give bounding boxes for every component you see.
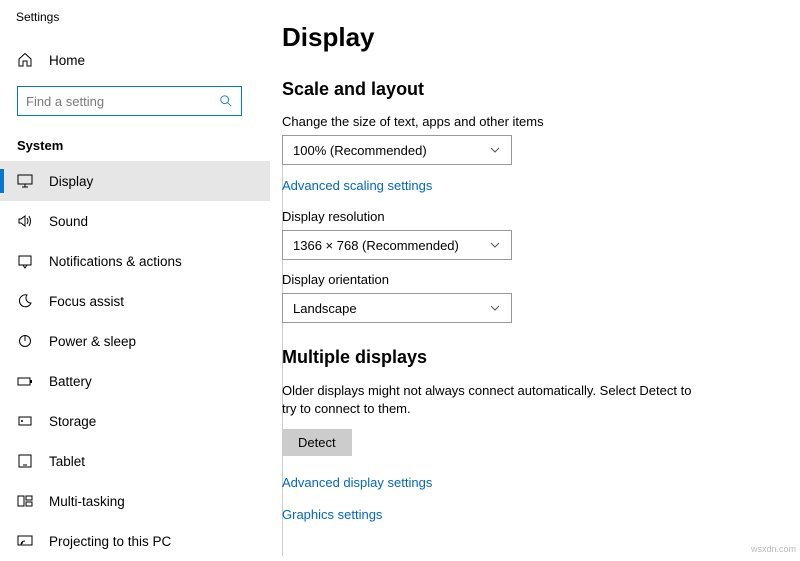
power-icon xyxy=(17,333,33,349)
sidebar-item-label: Notifications & actions xyxy=(49,254,182,269)
projecting-icon xyxy=(17,533,33,549)
resolution-dropdown[interactable]: 1366 × 768 (Recommended) xyxy=(282,230,512,260)
main-content: Display Scale and layout Change the size… xyxy=(282,0,800,556)
home-icon xyxy=(17,52,33,68)
tablet-icon xyxy=(17,453,33,469)
sidebar-item-battery[interactable]: Battery xyxy=(0,361,270,401)
sidebar-item-projecting[interactable]: Projecting to this PC xyxy=(0,521,270,561)
sidebar-item-label: Storage xyxy=(49,414,96,429)
sidebar-item-label: Focus assist xyxy=(49,294,124,309)
window-title: Settings xyxy=(0,0,270,24)
sidebar-item-display[interactable]: Display xyxy=(0,161,270,201)
multiple-displays-heading: Multiple displays xyxy=(282,347,770,368)
sidebar-item-label: Sound xyxy=(49,214,88,229)
sidebar-item-label: Tablet xyxy=(49,454,85,469)
sidebar-item-multitasking[interactable]: Multi-tasking xyxy=(0,481,270,521)
advanced-scaling-link[interactable]: Advanced scaling settings xyxy=(282,178,432,193)
sidebar-item-label: Battery xyxy=(49,374,92,389)
orientation-dropdown[interactable]: Landscape xyxy=(282,293,512,323)
change-size-caption: Change the size of text, apps and other … xyxy=(282,114,770,129)
home-label: Home xyxy=(49,53,85,68)
sidebar-item-label: Projecting to this PC xyxy=(49,534,171,549)
multitasking-icon xyxy=(17,493,33,509)
storage-icon xyxy=(17,413,33,429)
orientation-caption: Display orientation xyxy=(282,272,770,287)
scale-layout-heading: Scale and layout xyxy=(282,79,770,100)
detect-button[interactable]: Detect xyxy=(282,429,352,456)
home-button[interactable]: Home xyxy=(0,42,270,78)
sidebar-item-label: Multi-tasking xyxy=(49,494,125,509)
resolution-dropdown-value: 1366 × 768 (Recommended) xyxy=(293,238,459,253)
chevron-down-icon xyxy=(489,239,501,251)
sidebar-item-label: Display xyxy=(49,174,93,189)
watermark: wsxdn.com xyxy=(751,544,796,554)
sidebar-item-notifications[interactable]: Notifications & actions xyxy=(0,241,270,281)
section-label: System xyxy=(0,116,270,161)
scale-dropdown[interactable]: 100% (Recommended) xyxy=(282,135,512,165)
search-box[interactable] xyxy=(17,86,242,116)
sidebar-item-sound[interactable]: Sound xyxy=(0,201,270,241)
orientation-dropdown-value: Landscape xyxy=(293,301,357,316)
graphics-settings-link[interactable]: Graphics settings xyxy=(282,507,382,522)
sidebar-item-power-sleep[interactable]: Power & sleep xyxy=(0,321,270,361)
search-icon xyxy=(219,94,233,108)
sidebar-item-storage[interactable]: Storage xyxy=(0,401,270,441)
sound-icon xyxy=(17,213,33,229)
sidebar-item-focus-assist[interactable]: Focus assist xyxy=(0,281,270,321)
moon-icon xyxy=(17,293,33,309)
sidebar-item-label: Power & sleep xyxy=(49,334,136,349)
battery-icon xyxy=(17,373,33,389)
advanced-display-link[interactable]: Advanced display settings xyxy=(282,475,432,490)
page-title: Display xyxy=(282,22,770,53)
multiple-displays-description: Older displays might not always connect … xyxy=(282,382,702,417)
chevron-down-icon xyxy=(489,144,501,156)
scale-dropdown-value: 100% (Recommended) xyxy=(293,143,427,158)
chevron-down-icon xyxy=(489,302,501,314)
search-input[interactable] xyxy=(26,94,219,109)
monitor-icon xyxy=(17,173,33,189)
notifications-icon xyxy=(17,253,33,269)
sidebar: Settings Home System Display Sound Notif… xyxy=(0,0,270,556)
sidebar-item-tablet[interactable]: Tablet xyxy=(0,441,270,481)
resolution-caption: Display resolution xyxy=(282,209,770,224)
